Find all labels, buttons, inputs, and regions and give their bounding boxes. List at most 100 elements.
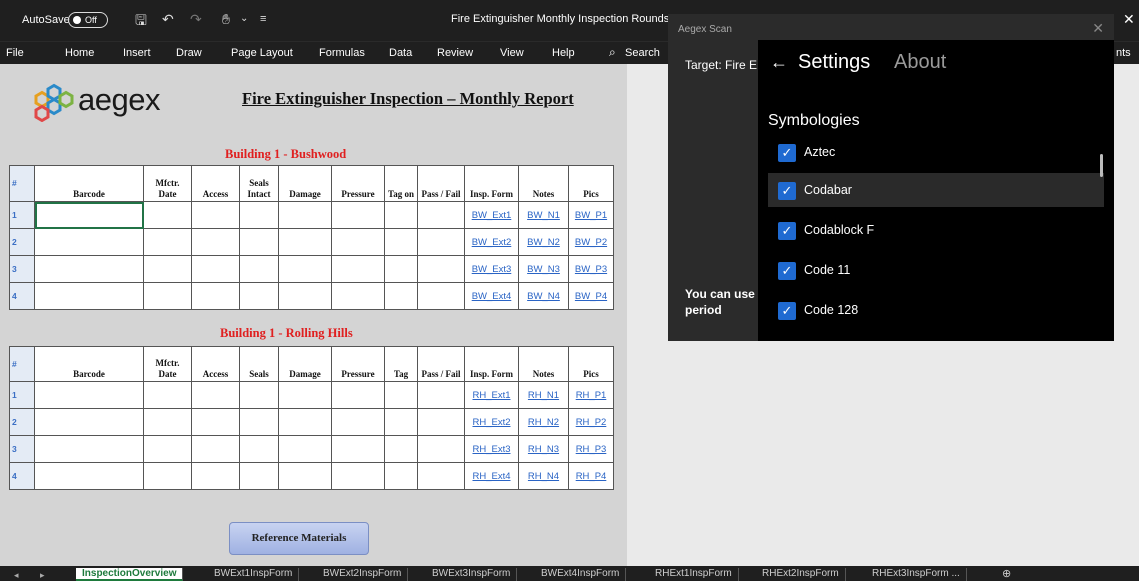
tab-draw[interactable]: Draw: [176, 47, 202, 59]
cell[interactable]: [417, 201, 465, 229]
pics-link[interactable]: RH_P2: [568, 408, 614, 436]
barcode-cell[interactable]: [34, 381, 144, 409]
cell[interactable]: [384, 228, 418, 256]
cell[interactable]: [143, 228, 192, 256]
touch-mode-icon[interactable]: ✋︎: [222, 12, 230, 26]
cell[interactable]: [417, 462, 465, 490]
cell[interactable]: [331, 201, 385, 229]
notes-link[interactable]: BW_N3: [518, 255, 569, 283]
symbology-item-code-11[interactable]: ✓ Code 11: [768, 253, 1104, 287]
cell[interactable]: [278, 462, 332, 490]
pics-link[interactable]: BW_P3: [568, 255, 614, 283]
checkbox-checked-icon[interactable]: ✓: [778, 182, 796, 200]
cell[interactable]: [417, 255, 465, 283]
barcode-cell[interactable]: [34, 282, 144, 310]
notes-link[interactable]: BW_N4: [518, 282, 569, 310]
tab-settings[interactable]: Settings: [798, 51, 870, 74]
checkbox-checked-icon[interactable]: ✓: [778, 222, 796, 240]
insp-form-link[interactable]: BW_Ext3: [464, 255, 519, 283]
cell[interactable]: [384, 462, 418, 490]
cell[interactable]: [143, 201, 192, 229]
tab-review[interactable]: Review: [437, 47, 473, 59]
insp-form-link[interactable]: RH_Ext2: [464, 408, 519, 436]
cell[interactable]: [239, 228, 279, 256]
cell[interactable]: [239, 435, 279, 463]
sheet-tab[interactable]: BWExt3InspForm: [426, 568, 518, 581]
barcode-cell[interactable]: [34, 228, 144, 256]
notes-link[interactable]: RH_N1: [518, 381, 569, 409]
back-arrow-icon[interactable]: ←: [770, 52, 788, 73]
settings-scrollbar[interactable]: [1100, 154, 1103, 177]
sheet-tab[interactable]: BWExt4InspForm: [535, 568, 627, 581]
cell[interactable]: [417, 381, 465, 409]
cell[interactable]: [417, 228, 465, 256]
pics-link[interactable]: RH_P1: [568, 381, 614, 409]
pics-link[interactable]: BW_P2: [568, 228, 614, 256]
cell[interactable]: [278, 255, 332, 283]
cell[interactable]: [143, 408, 192, 436]
sheet-tab[interactable]: BWExt1InspForm: [208, 568, 300, 581]
cell[interactable]: [417, 408, 465, 436]
cell[interactable]: [384, 255, 418, 283]
cell[interactable]: [239, 408, 279, 436]
close-icon[interactable]: ✕: [1123, 11, 1135, 28]
cell[interactable]: [143, 462, 192, 490]
cell[interactable]: [331, 228, 385, 256]
tab-about[interactable]: About: [894, 51, 946, 74]
autosave-toggle[interactable]: Off: [68, 12, 108, 28]
symbology-item-code-128[interactable]: ✓ Code 128: [768, 293, 1104, 327]
cell[interactable]: [191, 255, 240, 283]
cell[interactable]: [384, 282, 418, 310]
cell[interactable]: [191, 462, 240, 490]
tab-file[interactable]: File: [6, 47, 24, 59]
cell[interactable]: [239, 201, 279, 229]
cell[interactable]: [331, 408, 385, 436]
cell[interactable]: [384, 381, 418, 409]
scroll-right-icon[interactable]: ▸: [40, 568, 45, 581]
insp-form-link[interactable]: BW_Ext2: [464, 228, 519, 256]
pics-link[interactable]: BW_P1: [568, 201, 614, 229]
cell[interactable]: [417, 435, 465, 463]
insp-form-link[interactable]: BW_Ext4: [464, 282, 519, 310]
cell[interactable]: [239, 282, 279, 310]
cell[interactable]: [191, 201, 240, 229]
close-icon[interactable]: ✕: [1092, 20, 1104, 37]
notes-link[interactable]: BW_N2: [518, 228, 569, 256]
cell[interactable]: [191, 228, 240, 256]
insp-form-link[interactable]: RH_Ext4: [464, 462, 519, 490]
insp-form-link[interactable]: RH_Ext1: [464, 381, 519, 409]
cell[interactable]: [278, 435, 332, 463]
customize-toolbar-icon[interactable]: ≡: [260, 12, 266, 26]
barcode-cell[interactable]: [34, 462, 144, 490]
cell[interactable]: [143, 435, 192, 463]
tab-insert[interactable]: Insert: [123, 47, 151, 59]
cell[interactable]: [239, 255, 279, 283]
undo-icon[interactable]: ↶: [162, 12, 174, 26]
tab-help[interactable]: Help: [552, 47, 575, 59]
notes-link[interactable]: BW_N1: [518, 201, 569, 229]
cell[interactable]: [278, 228, 332, 256]
sheet-tab[interactable]: RHExt2InspForm: [756, 568, 846, 581]
redo-icon[interactable]: ↷: [190, 12, 202, 26]
notes-link[interactable]: RH_N2: [518, 408, 569, 436]
search-icon[interactable]: ⌕: [609, 45, 616, 60]
barcode-cell[interactable]: [34, 201, 144, 229]
cell[interactable]: [143, 282, 192, 310]
cell[interactable]: [331, 282, 385, 310]
tab-formulas[interactable]: Formulas: [319, 47, 365, 59]
sheet-tab[interactable]: BWExt2InspForm: [317, 568, 409, 581]
add-sheet-icon[interactable]: ⊕: [1002, 567, 1011, 581]
barcode-cell[interactable]: [34, 408, 144, 436]
tab-data[interactable]: Data: [389, 47, 412, 59]
tab-view[interactable]: View: [500, 47, 524, 59]
cell[interactable]: [384, 435, 418, 463]
notes-link[interactable]: RH_N4: [518, 462, 569, 490]
cell[interactable]: [384, 408, 418, 436]
scroll-left-icon[interactable]: ◂: [14, 568, 19, 581]
cell[interactable]: [191, 408, 240, 436]
cell[interactable]: [384, 201, 418, 229]
pics-link[interactable]: BW_P4: [568, 282, 614, 310]
cell[interactable]: [331, 255, 385, 283]
cell[interactable]: [278, 408, 332, 436]
cell[interactable]: [191, 282, 240, 310]
